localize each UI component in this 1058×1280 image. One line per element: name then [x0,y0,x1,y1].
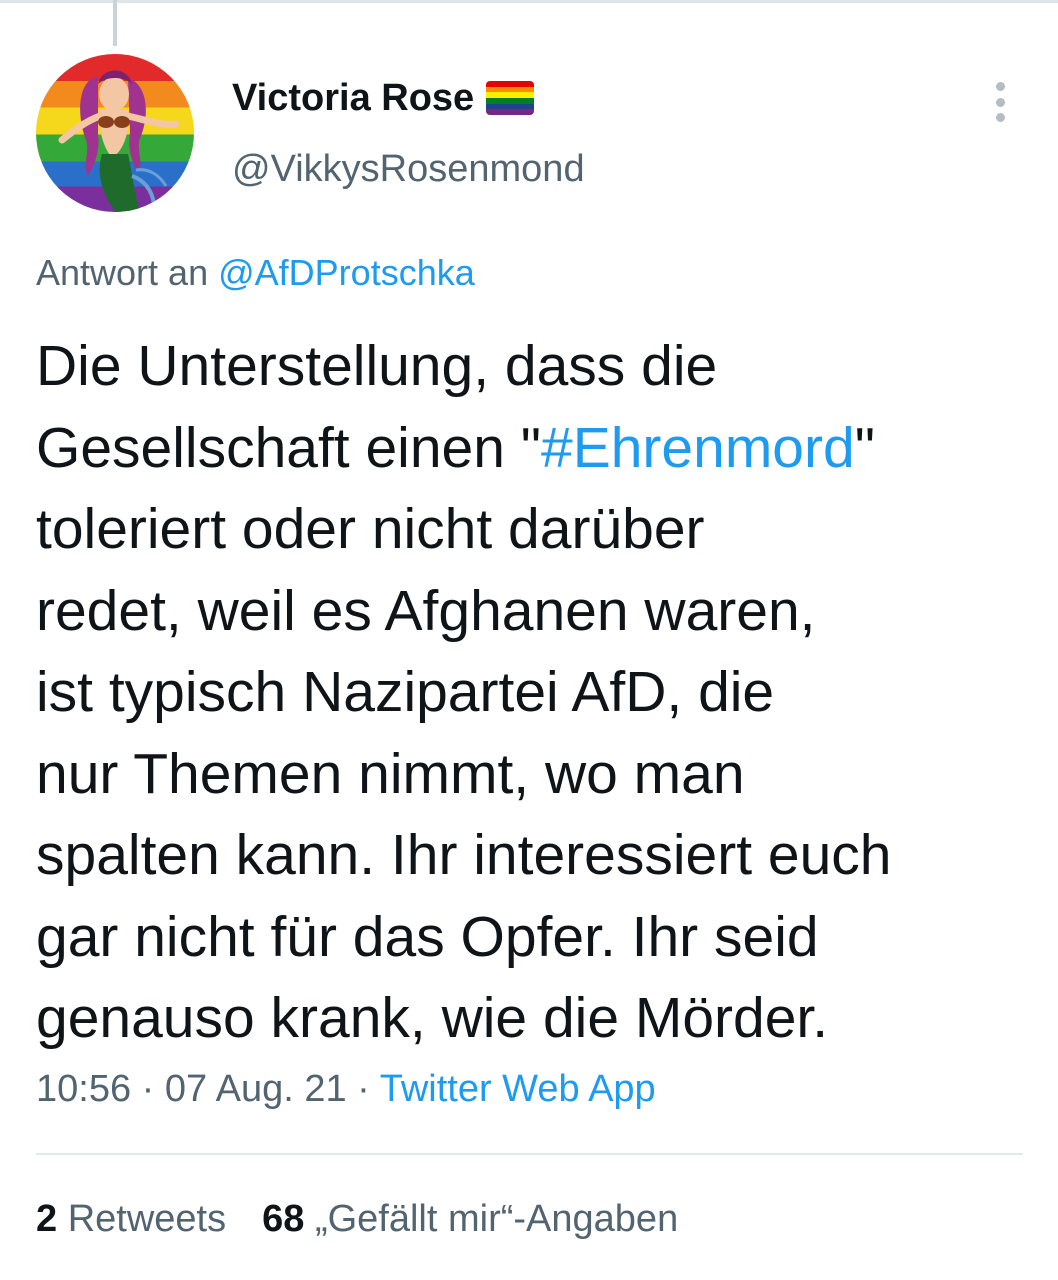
flag-stripe [486,109,535,115]
retweets-label: Retweets [67,1198,227,1240]
meta-separator: · [131,1068,165,1110]
avatar[interactable] [36,54,194,212]
rainbow-flag-icon [486,81,535,115]
tweet-line: nur Themen nimmt, wo man [36,741,745,806]
author-name-row[interactable]: Victoria Rose [232,74,535,122]
author-handle[interactable]: @VikkysRosenmond [232,148,585,191]
tweet-source-link[interactable]: Twitter Web App [380,1068,656,1110]
thread-connector-line [113,0,117,46]
more-dot [995,113,1005,122]
meta-separator: · [346,1068,380,1110]
hashtag-link[interactable]: #Ehrenmord [541,416,855,480]
tweet-date[interactable]: 07 Aug. 21 [165,1068,347,1110]
tweet-line: redet, weil es Afghanen waren, [36,578,816,643]
more-options-icon[interactable] [982,78,1018,126]
tweet-line: toleriert oder nicht darüber [36,497,705,561]
tweet-time[interactable]: 10:56 [36,1068,131,1110]
author-display-name[interactable]: Victoria Rose [232,77,474,120]
tweet-line: Die Unterstellung, dass die [36,334,718,398]
tweet-line: Gesellschaft einen "#Ehrenmord" [36,415,875,480]
likes-stat[interactable]: 68 „Gefällt mir“-Angaben [262,1198,678,1240]
tweet-line: gar nicht für das Opfer. Ihr seid [36,904,819,969]
more-dot [995,97,1005,107]
avatar-illustration [58,70,180,212]
divider [36,1153,1023,1155]
retweets-count: 2 [36,1198,58,1240]
retweets-stat[interactable]: 2 Retweets [36,1198,226,1240]
engagement-stats: 2 Retweets 68 „Gefällt mir“-Angaben [36,1198,714,1241]
likes-count: 68 [262,1198,305,1240]
reply-to-link[interactable]: @AfDProtschka [218,252,475,293]
tweet-line: spalten kann. Ihr interessiert euch [36,823,892,887]
likes-label: „Gefällt mir“-Angaben [314,1198,679,1240]
tweet-metadata: 10:56 · 07 Aug. 21 · Twitter Web App [36,1068,656,1111]
more-dot [995,82,1005,91]
tweet-line: genauso krank, wie die Mörder. [36,986,829,1050]
reply-context: Antwort an @AfDProtschka [36,252,475,294]
reply-prefix: Antwort an [36,252,209,293]
top-border [0,0,1058,3]
tweet-text: Die Unterstellung, dass die Gesellschaft… [36,326,1026,1060]
tweet-line: ist typisch Nazipartei AfD, die [36,660,775,724]
